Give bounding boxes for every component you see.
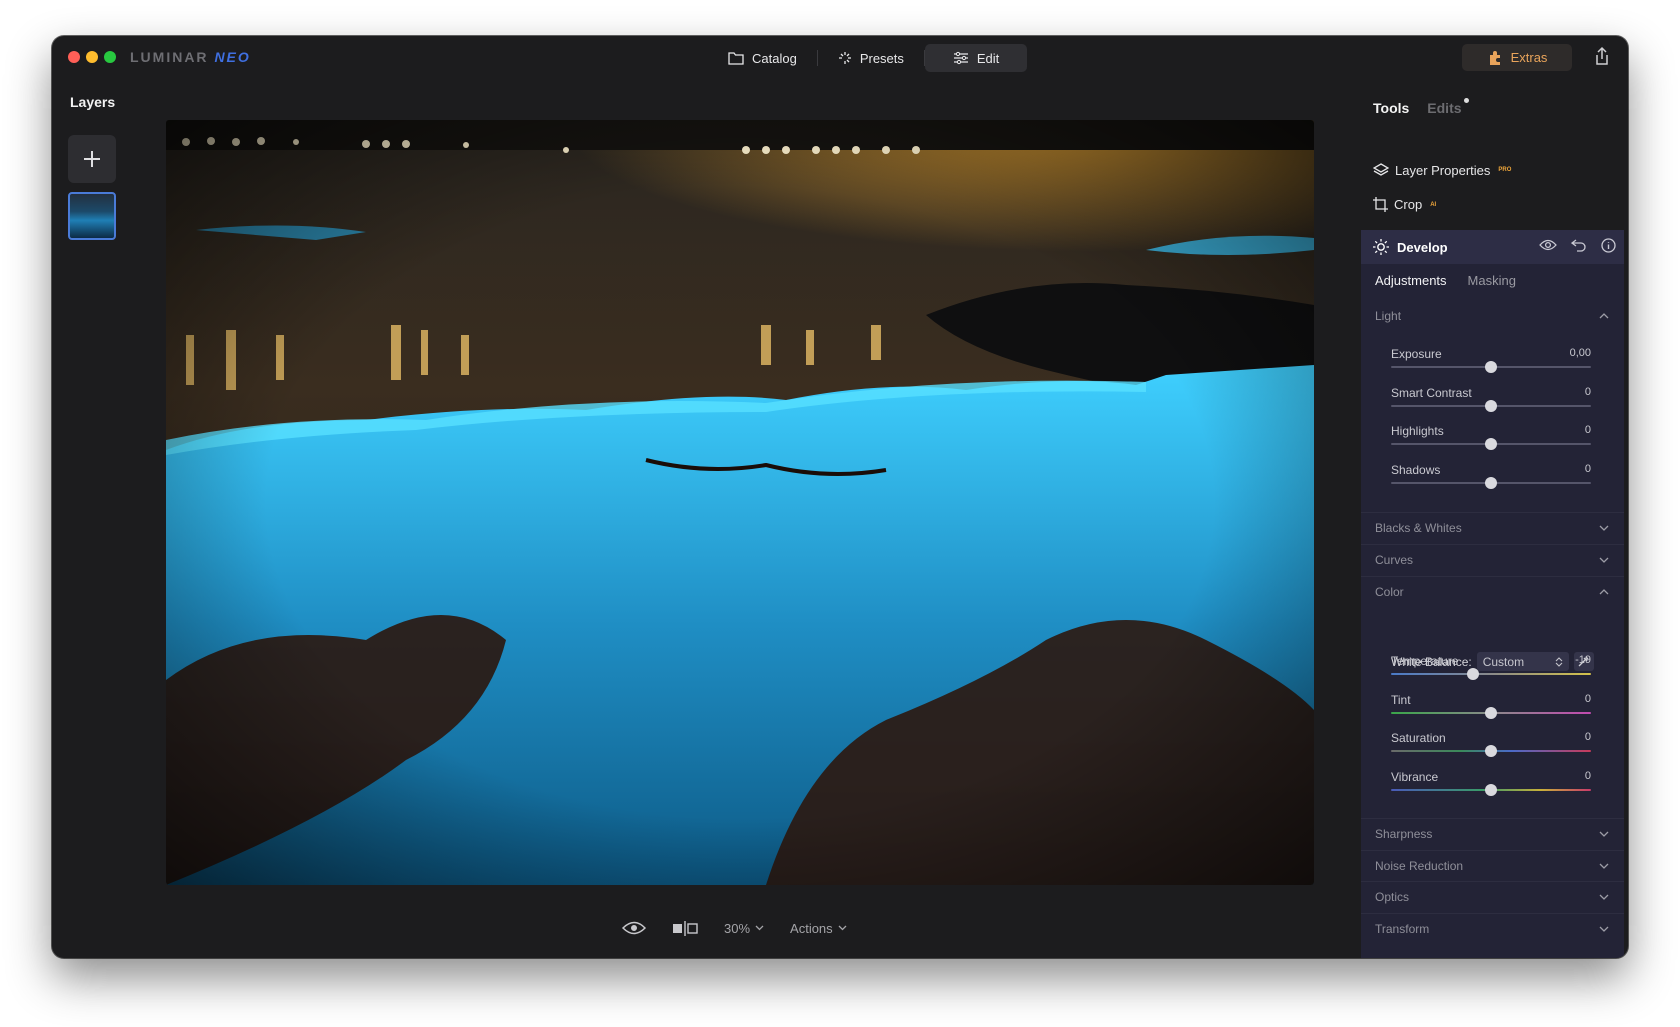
slider-handle[interactable] <box>1485 399 1497 412</box>
zoom-window-button[interactable] <box>104 51 116 63</box>
slider-label: Smart Contrast <box>1391 385 1472 400</box>
slider-label: Saturation <box>1391 731 1446 745</box>
compare-split-icon[interactable] <box>672 920 698 936</box>
plus-icon <box>84 151 100 167</box>
tab-catalog[interactable]: Catalog <box>708 44 817 72</box>
preview-eye-icon[interactable] <box>622 920 646 936</box>
tool-crop[interactable]: Crop AI <box>1373 197 1436 212</box>
slider-value[interactable]: 0 <box>1585 386 1591 398</box>
sparkle-icon <box>838 52 851 64</box>
chevron-down-icon <box>1599 894 1609 900</box>
slider-value[interactable]: 0 <box>1585 463 1591 475</box>
tab-edits[interactable]: Edits <box>1427 98 1469 116</box>
app-window: LUMINAR NEO Catalog Presets Edit Extras … <box>52 36 1628 958</box>
chevron-down-icon <box>755 925 764 931</box>
add-layer-button[interactable] <box>68 135 116 183</box>
slider-handle[interactable] <box>1485 476 1497 489</box>
layers-title: Layers <box>70 94 116 110</box>
slider-handle[interactable] <box>1467 668 1479 680</box>
chevron-down-icon <box>1599 557 1609 563</box>
edits-indicator-dot <box>1463 98 1469 103</box>
tab-presets[interactable]: Presets <box>818 44 924 72</box>
slider-value[interactable]: 0 <box>1585 770 1591 782</box>
slider-shadows[interactable]: Shadows 0 <box>1391 463 1591 495</box>
bottom-toolbar: 30% Actions <box>622 916 847 940</box>
sun-icon <box>1373 239 1389 255</box>
right-panel: Tools Edits Layer Properties PRO Crop AI D… <box>1357 80 1628 958</box>
chevron-down-icon <box>1599 525 1609 531</box>
slider-vibrance[interactable]: Vibrance 0 <box>1391 770 1591 802</box>
slider-handle[interactable] <box>1485 706 1497 719</box>
section-sharpness[interactable]: Sharpness <box>1361 818 1624 850</box>
chevron-down-icon <box>1599 926 1609 932</box>
chevron-down-icon <box>1599 863 1609 869</box>
develop-panel: Develop Adjustments Masking Light Exposu… <box>1361 230 1624 958</box>
crop-icon <box>1373 197 1388 212</box>
close-window-button[interactable] <box>68 51 80 63</box>
info-icon[interactable] <box>1601 238 1616 253</box>
slider-label: Vibrance <box>1391 769 1439 784</box>
slider-label: Temperature <box>1391 654 1459 668</box>
slider-handle[interactable] <box>1485 783 1497 796</box>
folder-icon <box>728 52 744 65</box>
develop-subtabs: Adjustments Masking <box>1375 273 1516 288</box>
section-blacks-whites[interactable]: Blacks & Whites <box>1361 512 1624 544</box>
tab-edit[interactable]: Edit <box>924 44 1028 72</box>
section-transform[interactable]: Transform <box>1361 913 1624 945</box>
pro-badge: PRO <box>1498 167 1512 173</box>
slider-label: Exposure <box>1391 347 1442 361</box>
photo-canvas[interactable] <box>166 120 1314 885</box>
tab-adjustments[interactable]: Adjustments <box>1375 273 1447 288</box>
visibility-eye-icon[interactable] <box>1539 238 1557 252</box>
zoom-dropdown[interactable]: 30% <box>724 921 764 936</box>
ai-badge: AI <box>1430 201 1437 208</box>
slider-label: Shadows <box>1391 462 1441 477</box>
slider-value[interactable]: 0 <box>1585 693 1591 705</box>
slider-tint[interactable]: Tint 0 <box>1391 693 1591 725</box>
slider-highlights[interactable]: Highlights 0 <box>1391 424 1591 456</box>
section-light[interactable]: Light <box>1361 300 1624 332</box>
section-color[interactable]: Color <box>1361 576 1624 608</box>
slider-smart-contrast[interactable]: Smart Contrast 0 <box>1391 386 1591 418</box>
reset-undo-icon[interactable] <box>1571 238 1587 252</box>
layers-stack-icon <box>1373 163 1389 176</box>
slider-label: Tint <box>1391 692 1411 707</box>
chevron-up-icon <box>1599 313 1609 319</box>
chevron-down-icon <box>1599 831 1609 837</box>
sliders-icon <box>953 51 968 65</box>
tab-tools[interactable]: Tools <box>1373 100 1409 116</box>
slider-value[interactable]: 0,00 <box>1570 347 1591 359</box>
slider-saturation[interactable]: Saturation 0 <box>1391 731 1591 763</box>
slider-label: Highlights <box>1391 424 1444 438</box>
slider-handle[interactable] <box>1485 745 1497 757</box>
section-noise-reduction[interactable]: Noise Reduction <box>1361 850 1624 882</box>
panel-tabs: Tools Edits <box>1373 98 1469 116</box>
slider-value[interactable]: 0 <box>1585 731 1591 743</box>
title-bar: LUMINAR NEO Catalog Presets Edit Extras <box>52 36 1628 80</box>
minimize-window-button[interactable] <box>86 51 98 63</box>
slider-handle[interactable] <box>1485 361 1497 373</box>
develop-header[interactable]: Develop <box>1361 230 1624 264</box>
section-optics[interactable]: Optics <box>1361 881 1624 913</box>
section-curves[interactable]: Curves <box>1361 544 1624 576</box>
slider-value[interactable]: -19 <box>1575 654 1591 666</box>
slider-track[interactable] <box>1391 673 1591 675</box>
chevron-down-icon <box>838 925 847 931</box>
chevron-up-icon <box>1599 589 1609 595</box>
slider-value[interactable]: 0 <box>1585 424 1591 436</box>
layer-thumbnail[interactable] <box>68 192 116 240</box>
slider-exposure[interactable]: Exposure 0,00 <box>1391 347 1591 379</box>
actions-dropdown[interactable]: Actions <box>790 921 847 936</box>
app-logo: LUMINAR NEO <box>130 49 251 65</box>
puzzle-icon <box>1489 50 1500 65</box>
share-icon[interactable] <box>1592 46 1612 66</box>
extras-button[interactable]: Extras <box>1462 44 1572 71</box>
slider-temperature[interactable]: Temperature -19 <box>1391 654 1591 686</box>
top-tabs: Catalog Presets Edit <box>708 44 1028 72</box>
tab-masking[interactable]: Masking <box>1468 273 1516 288</box>
bioluminescent-beach-image <box>166 120 1314 885</box>
slider-handle[interactable] <box>1485 438 1497 450</box>
tool-layer-properties[interactable]: Layer Properties PRO <box>1373 162 1511 178</box>
